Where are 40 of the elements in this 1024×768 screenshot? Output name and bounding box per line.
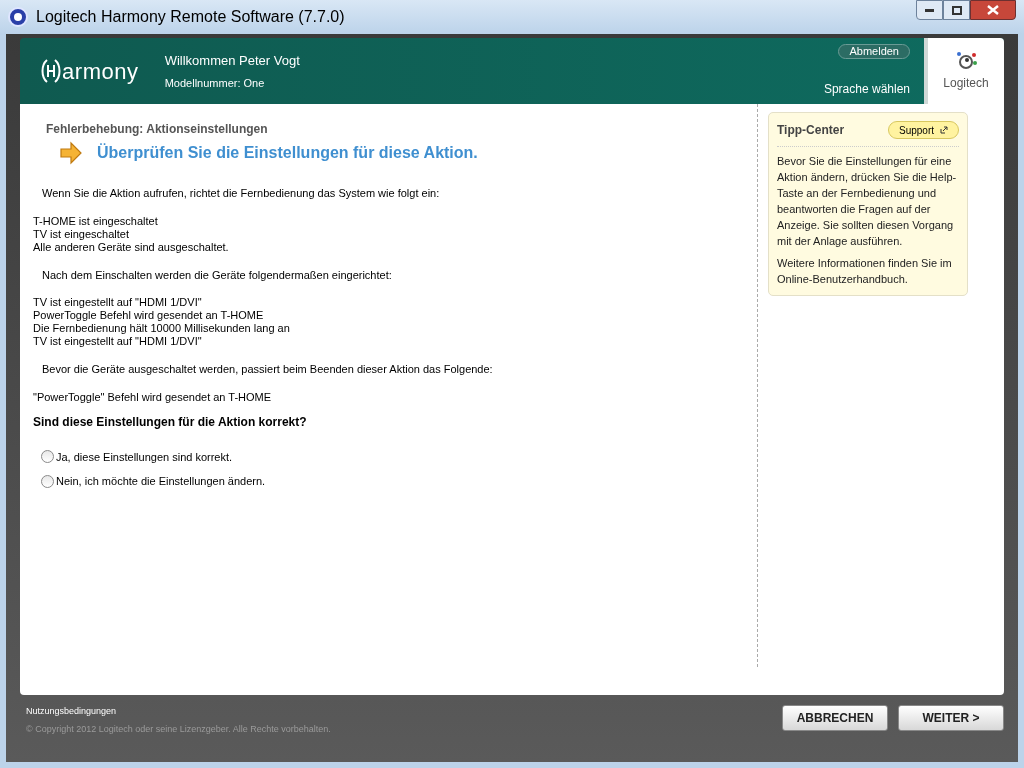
setting-line: T-HOME ist eingeschaltet bbox=[33, 214, 159, 228]
language-link[interactable]: Sprache wählen bbox=[823, 80, 910, 98]
tips-title: Tipp-Center bbox=[777, 122, 845, 139]
window-title: Logitech Harmony Remote Software (7.7.0) bbox=[36, 7, 345, 27]
support-button[interactable]: Support bbox=[887, 121, 959, 139]
setting-line: TV ist eingestellt auf "HDMI 1/DVI" bbox=[33, 296, 203, 309]
external-link-icon bbox=[940, 126, 948, 134]
minimize-button[interactable] bbox=[916, 0, 943, 20]
model-number: Modellnummer: One bbox=[164, 75, 266, 91]
radio-button[interactable] bbox=[41, 474, 54, 488]
terms-link[interactable]: Nutzungsbedingungen bbox=[26, 705, 331, 719]
setting-line: TV ist eingestellt auf "HDMI 1/DVI" bbox=[33, 335, 203, 348]
logout-button[interactable]: Abmelden bbox=[838, 44, 910, 59]
tip-paragraph: Bevor Sie die Einstellungen für eine Aktion ändern, drücken Sie die Help-Taste an der Fernbedienung und beantworten die Fragen auf der Anzeige. Sie sollten diesen Vorgang mit der Anlage ausführen. bbox=[777, 154, 958, 249]
setting-line: Alle anderen Geräte sind ausgeschaltet. bbox=[33, 240, 230, 254]
section-intro: Wenn Sie die Aktion aufrufen, richtet die Fernbedienung das System wie folgt ein: bbox=[42, 186, 441, 201]
welcome-text: Willkommen Peter Vogt bbox=[164, 52, 300, 70]
section-intro: Nach dem Einschalten werden die Geräte folgendermaßen eingerichtet: bbox=[42, 267, 393, 283]
harmony-logo: armony bbox=[62, 57, 139, 86]
page-heading: Überprüfen Sie die Einstellungen für diese Aktion. bbox=[97, 142, 478, 163]
setting-line: Die Fernbedienung hält 10000 Millisekunden lang an bbox=[33, 322, 291, 335]
setting-line: TV ist eingeschaltet bbox=[33, 227, 130, 241]
question-text: Sind diese Einstellungen für die Aktion korrekt? bbox=[33, 413, 308, 431]
close-button[interactable] bbox=[970, 0, 1016, 20]
maximize-button[interactable] bbox=[943, 0, 970, 20]
breadcrumb: Fehlerbehebung: Aktionseinstellungen bbox=[46, 121, 269, 138]
close-icon bbox=[987, 5, 999, 15]
footer-button[interactable]: WEITER > bbox=[898, 705, 1004, 731]
radio-option[interactable]: Nein, ich möchte die Einstellungen ändern. bbox=[41, 473, 757, 490]
setting-line: "PowerToggle" Befehl wird gesendet an T-HOME bbox=[33, 390, 273, 404]
section-intro: Bevor die Geräte ausgeschaltet werden, passiert beim Beenden dieser Aktion das Folgende: bbox=[42, 362, 494, 377]
setting-line: PowerToggle Befehl wird gesendet an T-HOME bbox=[33, 309, 265, 322]
harmony-logo-icon bbox=[40, 58, 62, 84]
logitech-wordmark: Logitech bbox=[943, 75, 989, 92]
tip-paragraph: Weitere Informationen finden Sie im Online-Benutzerhandbuch. bbox=[777, 256, 953, 287]
radio-option[interactable]: Ja, diese Einstellungen sind korrekt. bbox=[41, 448, 757, 465]
footer-button[interactable]: ABBRECHEN bbox=[782, 705, 888, 731]
app-icon bbox=[8, 7, 28, 27]
radio-button[interactable] bbox=[41, 450, 54, 464]
arrow-icon bbox=[59, 141, 83, 165]
